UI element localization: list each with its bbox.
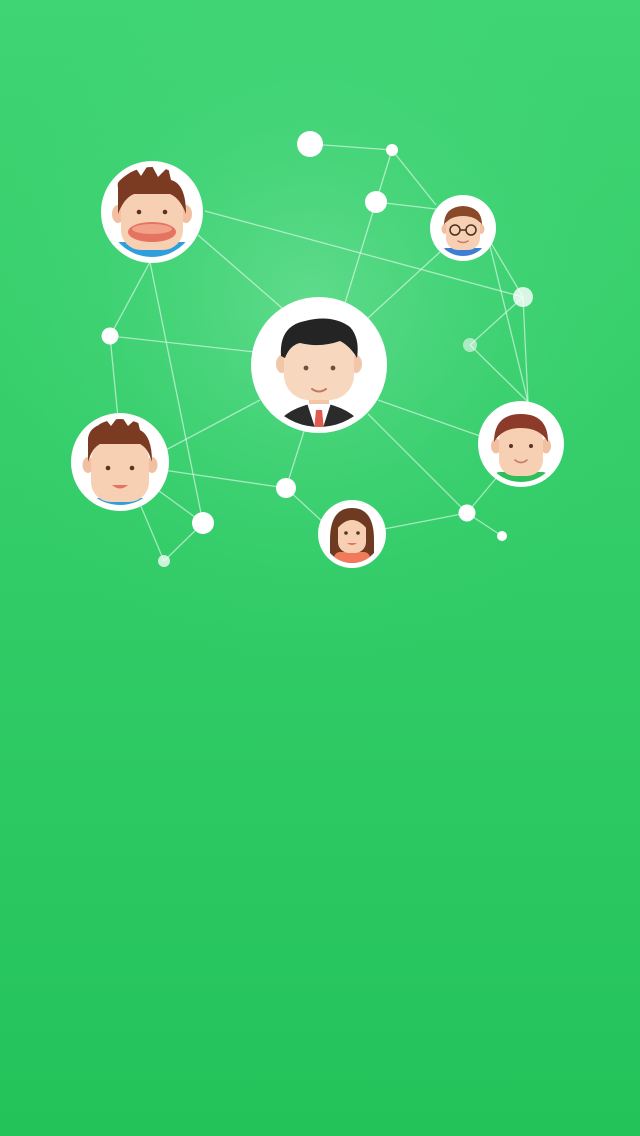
green-shirt-boy-avatar [478,401,564,487]
splash-screen [0,0,640,1136]
network-dot [458,504,476,522]
network-dot [101,327,119,345]
network-dot [297,131,323,157]
social-network-illustration [71,131,564,568]
laughing-boy-avatar [101,161,203,263]
girl-avatar [318,500,386,568]
spiky-hair-boy-avatar [71,413,169,511]
network-dot [276,478,296,498]
network-dot [497,531,507,541]
network-dot [365,191,387,213]
network-dot [158,555,170,567]
glasses-kid-avatar [430,195,496,261]
network-dot [463,338,477,352]
network-dot [513,287,533,307]
network-dot [192,512,214,534]
businessman-avatar [251,297,387,433]
network-dot [386,144,398,156]
